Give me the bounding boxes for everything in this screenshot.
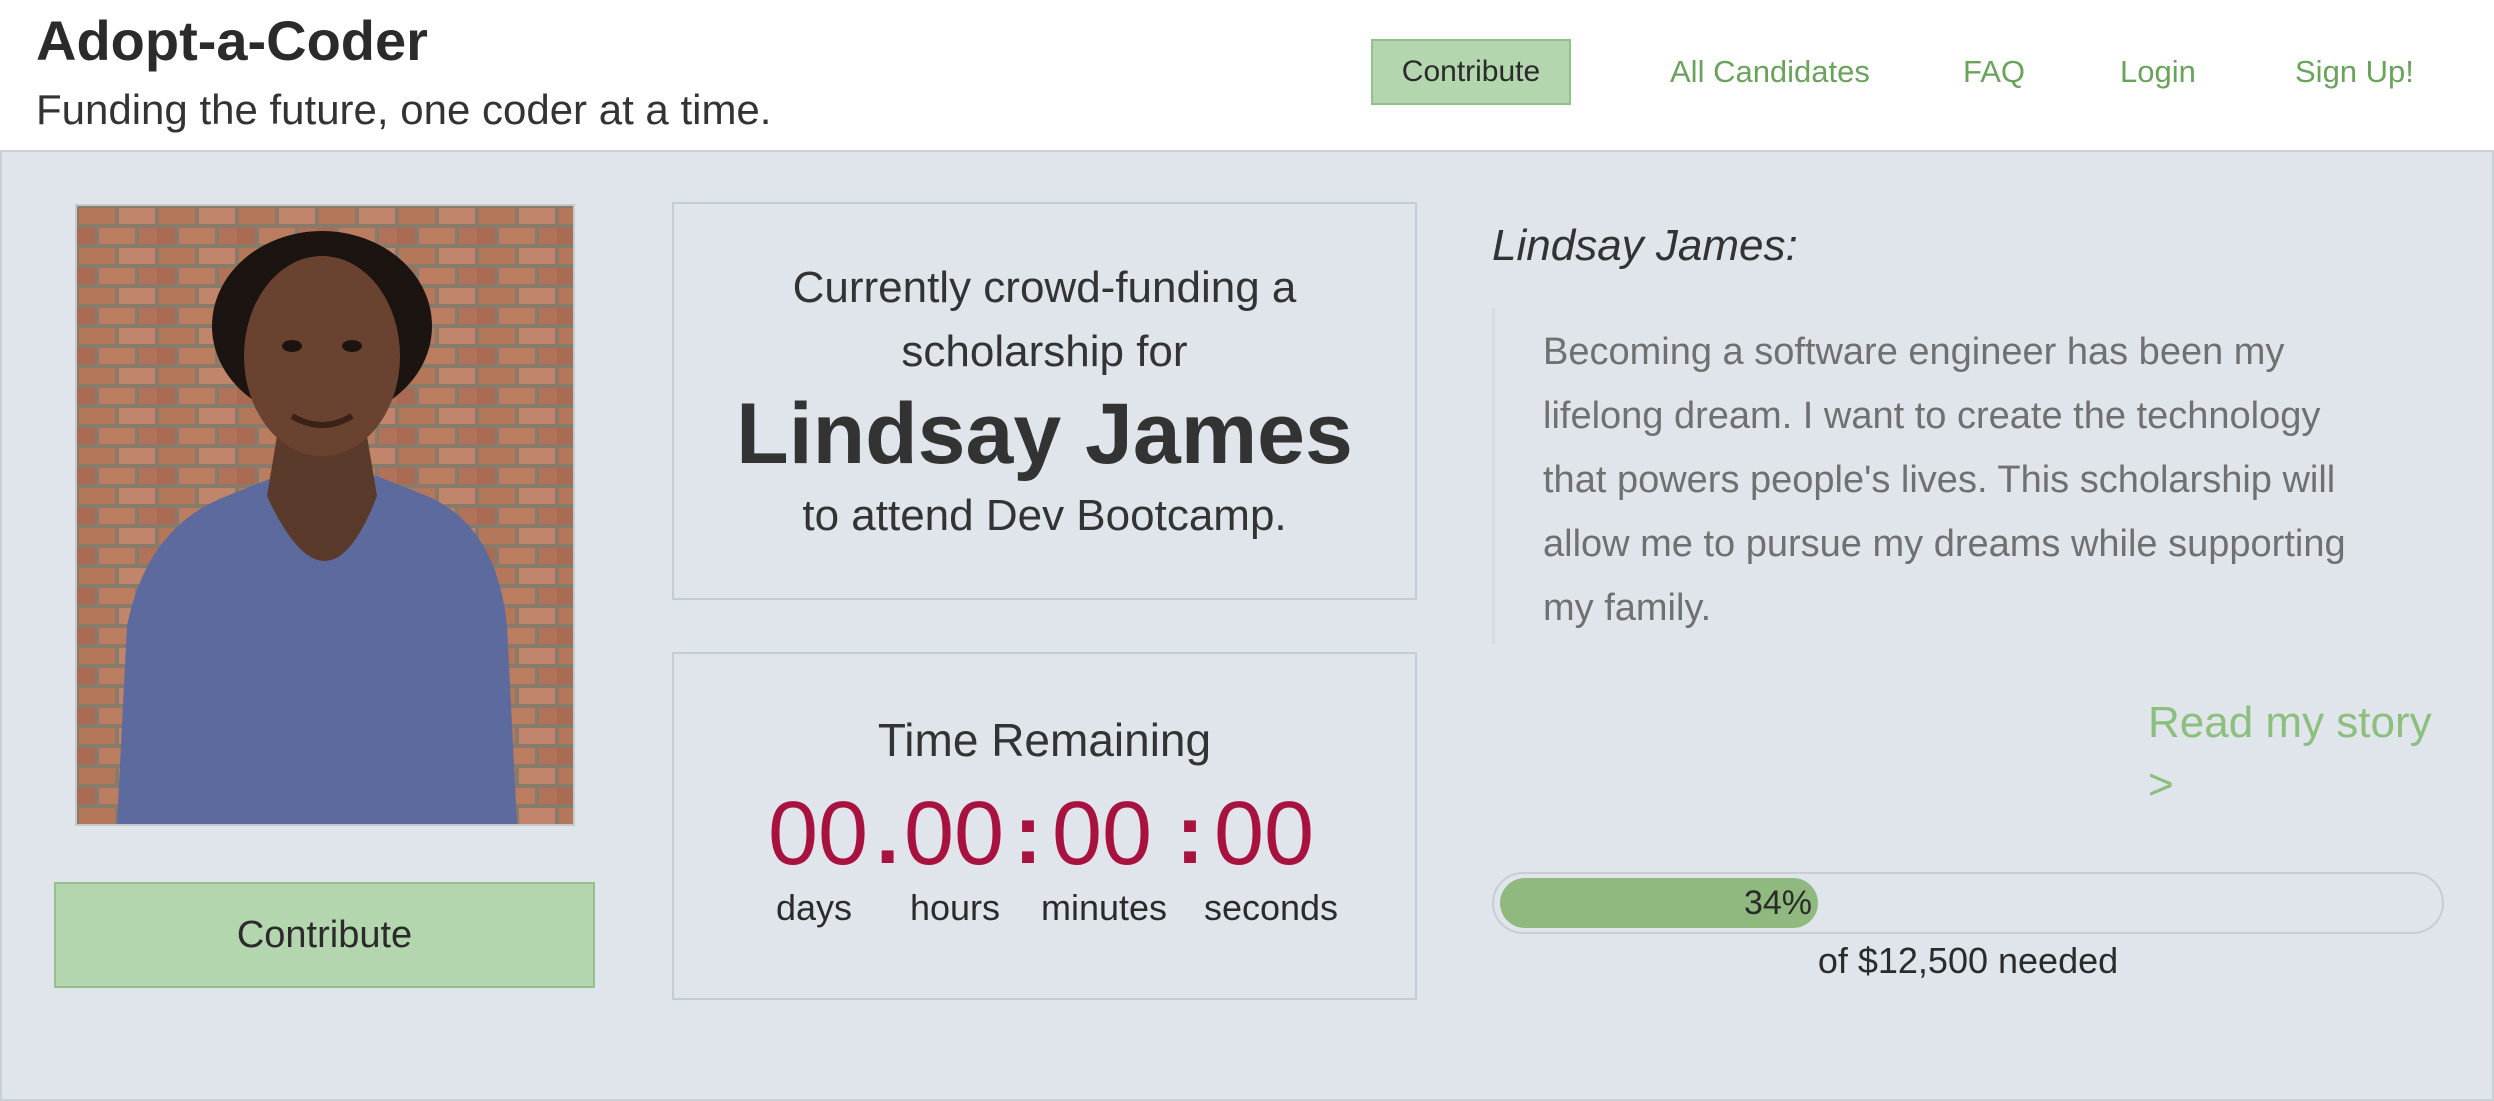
nav-contribute-button[interactable]: Contribute [1371,39,1571,105]
funding-progress-fill: 34% [1500,878,1818,928]
intro-text-line-3: to attend Dev Bootcamp. [802,491,1287,540]
contribute-button[interactable]: Contribute [54,882,595,988]
site-header: Adopt-a-Coder Funding the future, one co… [0,0,2494,150]
countdown-separator: : [1014,787,1042,881]
countdown-minutes-label: minutes [1040,887,1168,928]
countdown-seconds-label: seconds [1203,887,1339,928]
page: Adopt-a-Coder Funding the future, one co… [0,0,2494,1101]
story-quote: Becoming a software engineer has been my… [1492,308,2362,644]
candidate-name-heading: Lindsay James [736,386,1353,482]
countdown-seconds: 00 [1214,784,1315,884]
funding-goal-caption: of $12,500 needed [1817,940,2119,981]
countdown-separator: . [876,787,900,881]
intro-text-line-2: scholarship for [901,327,1188,376]
nav-link-login[interactable]: Login [2120,39,2196,105]
funding-progress-bar: 34% [1492,872,2444,934]
portrait-image [77,206,573,824]
countdown-title: Time Remaining [877,714,1212,766]
countdown-days: 00 [768,784,869,884]
candidate-photo [75,204,575,826]
funding-progress-percent: 34% [1743,883,1812,922]
countdown-hours-label: hours [909,887,1001,928]
countdown-hours: 00 [904,784,1005,884]
countdown-separator: : [1176,787,1204,881]
countdown-minutes: 00 [1052,784,1153,884]
countdown-timer-card: Time Remaining 00 . 00 : 00 : 00 days ho… [672,652,1417,1000]
site-tagline: Funding the future, one coder at a time. [36,86,772,133]
countdown-digits: 00 . 00 : 00 : 00 [674,784,1419,884]
intro-text-line-1: Currently crowd-funding a [792,263,1297,312]
candidate-panel: Contribute Currently crowd-funding a sch… [0,150,2494,1101]
scholarship-intro-card: Currently crowd-funding a scholarship fo… [672,202,1417,600]
site-title[interactable]: Adopt-a-Coder [36,6,428,76]
read-story-link[interactable]: Read my story > [2148,692,2448,816]
countdown-days-label: days [775,887,853,928]
nav-link-faq[interactable]: FAQ [1963,39,2025,105]
nav-link-signup[interactable]: Sign Up! [2295,39,2414,105]
story-author: Lindsay James: [1492,221,1798,270]
nav-link-all-candidates[interactable]: All Candidates [1670,39,1870,105]
